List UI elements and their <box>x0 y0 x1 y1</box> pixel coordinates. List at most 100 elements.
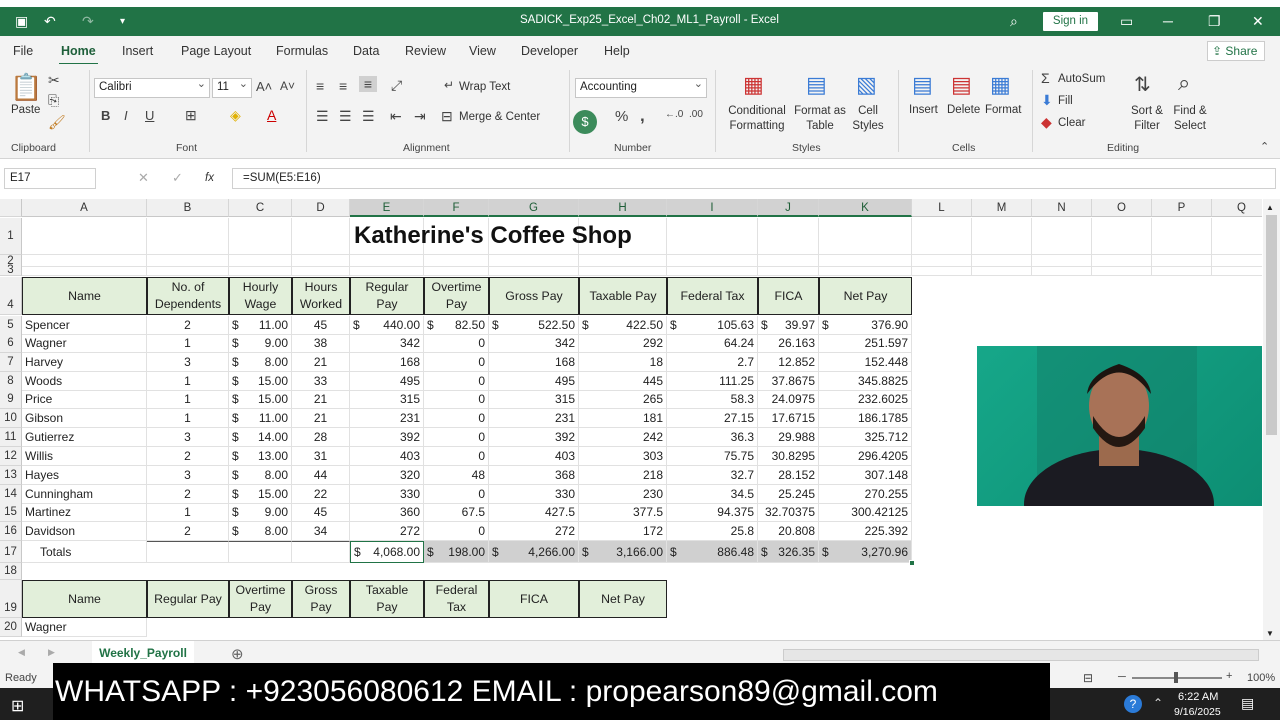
row-header-13[interactable]: 13 <box>0 466 22 485</box>
currency-cell[interactable]: $82.50 <box>424 316 489 335</box>
currency-cell[interactable]: $9.00 <box>229 503 292 522</box>
format-as-table-button[interactable]: Format as Table <box>794 104 846 134</box>
grid-cell[interactable] <box>229 541 292 563</box>
table-header[interactable]: Hours Worked <box>292 277 350 315</box>
dependents-cell[interactable]: 1 <box>147 409 229 428</box>
delete-cells-button[interactable]: Delete <box>947 104 980 116</box>
hours-cell[interactable]: 38 <box>292 334 350 353</box>
font-name-select[interactable]: Calibri <box>94 77 210 98</box>
grid-cell[interactable] <box>667 218 758 255</box>
grid-cell[interactable] <box>758 218 819 255</box>
value-cell[interactable]: 325.712 <box>819 428 912 447</box>
select-all-corner[interactable] <box>0 199 22 217</box>
number-format-select[interactable]: Accounting <box>575 77 707 98</box>
format-cells-button[interactable]: Format <box>985 104 1021 116</box>
row-header-20[interactable]: 20 <box>0 618 22 637</box>
fill-icon[interactable]: ⬇ <box>1041 92 1053 109</box>
orientation-icon[interactable]: ⤢ <box>391 77 402 94</box>
currency-cell[interactable]: $9.00 <box>229 334 292 353</box>
lookup-header[interactable]: Name <box>22 580 147 618</box>
paste-button[interactable]: Paste <box>11 104 40 116</box>
cancel-icon[interactable]: ✕ <box>138 170 149 186</box>
value-cell[interactable]: 181 <box>579 409 667 428</box>
value-cell[interactable]: 345.8825 <box>819 372 912 391</box>
tab-review[interactable]: Review <box>405 44 446 58</box>
grid-cell[interactable] <box>292 218 350 255</box>
tab-insert[interactable]: Insert <box>122 44 153 58</box>
column-header-m[interactable]: M <box>972 199 1032 217</box>
employee-name[interactable]: Gutierrez <box>22 428 147 447</box>
row-header-6[interactable]: 6 <box>0 334 22 353</box>
value-cell[interactable]: 30.8295 <box>758 447 819 466</box>
column-header-d[interactable]: D <box>292 199 350 217</box>
value-cell[interactable]: 168 <box>489 353 579 372</box>
value-cell[interactable]: 251.597 <box>819 334 912 353</box>
paste-icon[interactable]: 📋 <box>10 72 42 103</box>
row-header-7[interactable]: 7 <box>0 353 22 372</box>
value-cell[interactable]: 0 <box>424 428 489 447</box>
bold-icon[interactable]: B <box>101 108 110 123</box>
conditional-formatting-icon[interactable]: ▦ <box>743 72 764 98</box>
formula-input[interactable]: =SUM(E5:E16) <box>232 168 1276 189</box>
row-header-1[interactable]: 1 <box>0 218 22 255</box>
vertical-scrollbar[interactable]: ▲ ▼ <box>1263 199 1280 640</box>
value-cell[interactable]: 111.25 <box>667 372 758 391</box>
ribbon-display-icon[interactable]: ▭ <box>1120 13 1133 30</box>
align-middle-icon[interactable]: ≡ <box>339 78 347 94</box>
currency-cell[interactable]: $376.90 <box>819 316 912 335</box>
value-cell[interactable]: 495 <box>350 372 424 391</box>
column-header-g[interactable]: G <box>489 199 579 217</box>
delete-cells-icon[interactable]: ▤ <box>951 72 972 98</box>
grid-cell[interactable] <box>579 264 667 276</box>
value-cell[interactable]: 360 <box>350 503 424 522</box>
hours-cell[interactable]: 34 <box>292 522 350 541</box>
value-cell[interactable]: 37.8675 <box>758 372 819 391</box>
decrease-font-icon[interactable]: A˅ <box>280 79 295 93</box>
dependents-cell[interactable]: 2 <box>147 316 229 335</box>
grid-cell[interactable] <box>1212 218 1262 255</box>
dependents-cell[interactable]: 1 <box>147 334 229 353</box>
value-cell[interactable]: 218 <box>579 466 667 485</box>
row-header-11[interactable]: 11 <box>0 428 22 447</box>
value-cell[interactable]: 168 <box>350 353 424 372</box>
row-header-17[interactable]: 17 <box>0 541 22 563</box>
currency-cell[interactable]: $440.00 <box>350 316 424 335</box>
autosum-icon[interactable]: Σ <box>1041 70 1050 86</box>
increase-indent-icon[interactable]: ⇥ <box>414 108 426 125</box>
grid-cell[interactable] <box>819 264 912 276</box>
dependents-cell[interactable]: 2 <box>147 522 229 541</box>
table-header[interactable]: Overtime Pay <box>424 277 489 315</box>
value-cell[interactable]: 296.4205 <box>819 447 912 466</box>
align-left-icon[interactable]: ☰ <box>316 108 329 125</box>
grid-cell[interactable] <box>972 218 1032 255</box>
insert-cells-button[interactable]: Insert <box>909 104 938 116</box>
italic-icon[interactable]: I <box>124 108 128 123</box>
column-header-h[interactable]: H <box>579 199 667 217</box>
comma-style-button[interactable]: , <box>640 106 645 126</box>
grid-cell[interactable] <box>22 218 147 255</box>
value-cell[interactable]: 172 <box>579 522 667 541</box>
column-header-e[interactable]: E <box>350 199 424 217</box>
grid-cell[interactable] <box>229 218 292 255</box>
format-painter-icon[interactable]: 🖌 <box>48 114 66 131</box>
autosum-button[interactable]: AutoSum <box>1058 73 1105 85</box>
currency-cell[interactable]: $15.00 <box>229 372 292 391</box>
total-cell[interactable]: $3,270.96 <box>819 541 912 563</box>
currency-cell[interactable]: $8.00 <box>229 353 292 372</box>
minimize-icon[interactable]: ─ <box>1163 13 1173 29</box>
column-header-a[interactable]: A <box>22 199 147 217</box>
conditional-formatting-button[interactable]: Conditional Formatting <box>727 104 787 134</box>
value-cell[interactable]: 32.7 <box>667 466 758 485</box>
dependents-cell[interactable]: 1 <box>147 372 229 391</box>
value-cell[interactable]: 0 <box>424 447 489 466</box>
employee-name[interactable]: Gibson <box>22 409 147 428</box>
hours-cell[interactable]: 44 <box>292 466 350 485</box>
value-cell[interactable]: 320 <box>350 466 424 485</box>
employee-name[interactable]: Davidson <box>22 522 147 541</box>
align-top-icon[interactable]: ≡ <box>316 78 324 94</box>
row-header-10[interactable]: 10 <box>0 409 22 428</box>
row-header-5[interactable]: 5 <box>0 316 22 335</box>
align-bottom-icon[interactable]: ≡ <box>359 76 377 92</box>
lookup-header[interactable]: FICA <box>489 580 579 618</box>
underline-icon[interactable]: U <box>145 108 154 123</box>
